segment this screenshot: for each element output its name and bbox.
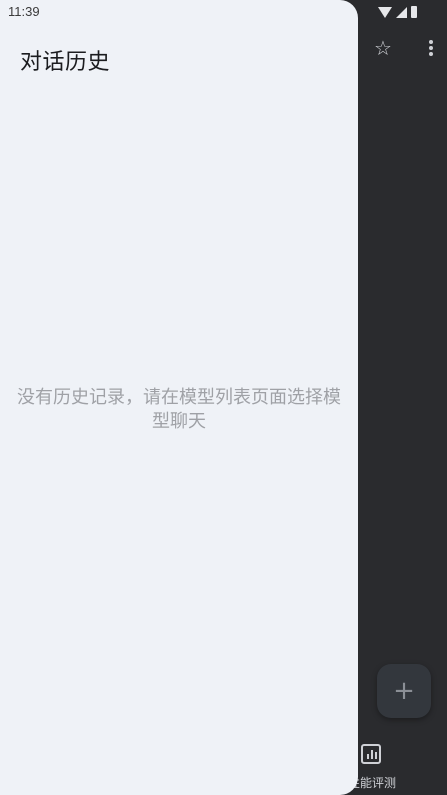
bar-chart-icon [361, 744, 381, 764]
status-bar: 11:39 [0, 0, 447, 24]
more-vert-icon[interactable] [419, 36, 443, 60]
background-toolbar-actions: ☆ [357, 36, 447, 60]
drawer-title: 对话历史 [20, 50, 111, 75]
empty-history-message: 没有历史记录，请在模型列表页面选择模型聊天 [17, 387, 341, 432]
history-drawer: 对话历史 没有历史记录，请在模型列表页面选择模型聊天 [0, 0, 358, 795]
battery-icon [411, 6, 417, 18]
wifi-icon [378, 6, 392, 18]
signal-icon [396, 6, 407, 18]
add-fab-button[interactable]: + [377, 664, 431, 718]
star-icon[interactable]: ☆ [371, 36, 395, 60]
status-time: 11:39 [8, 4, 40, 19]
status-icons [378, 5, 417, 19]
add-icon: + [393, 676, 415, 706]
screen: ☆ + 性能评测 11:39 对话历史 没有历史记录，请在模型列表页面选择模型聊… [0, 0, 447, 795]
